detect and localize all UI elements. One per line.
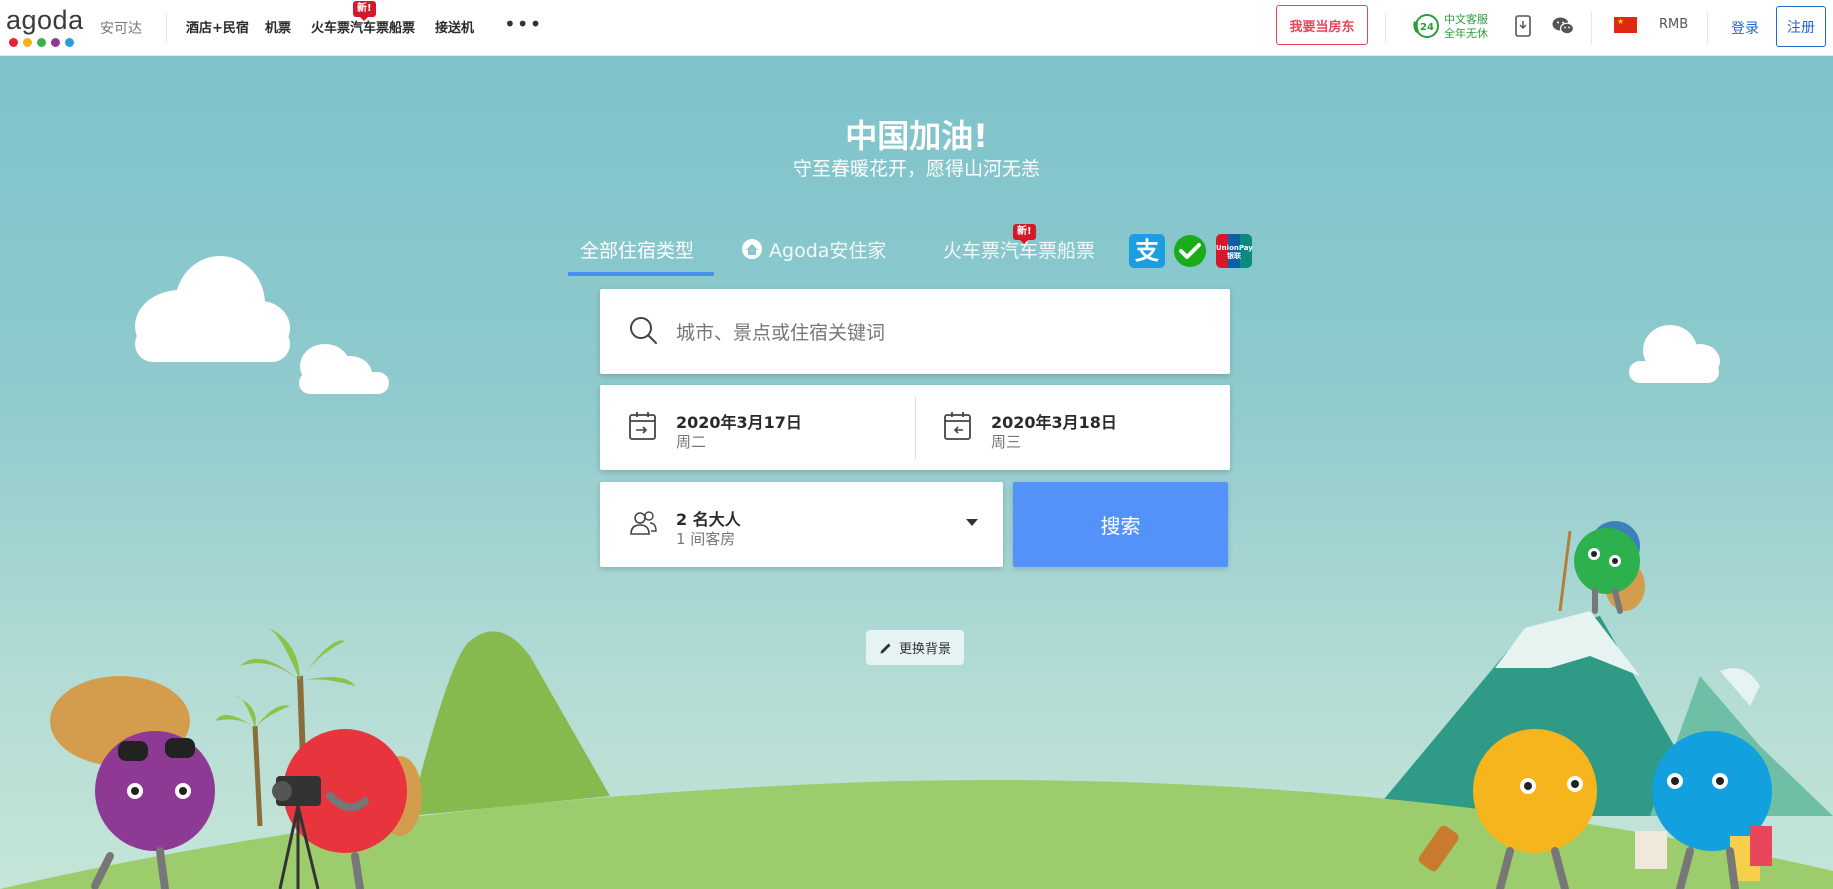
logo-dot-purple — [51, 38, 60, 47]
tab-train-bus-ferry[interactable]: 火车票汽车票船票 — [943, 236, 1095, 263]
nav-airport-transfer[interactable]: 接送机 — [435, 17, 474, 36]
calendar-checkin-icon — [629, 412, 656, 440]
china-flag-icon[interactable]: ★ — [1614, 17, 1637, 33]
checkout-date-field[interactable]: 2020年3月18日 周三 — [915, 385, 1230, 470]
logo-dots — [6, 38, 82, 47]
checkout-weekday: 周三 — [991, 433, 1022, 451]
search-placeholder: 城市、景点或住宿关键词 — [676, 322, 886, 344]
checkin-date-field[interactable]: 2020年3月17日 周二 — [600, 385, 915, 470]
cloud-small-left — [299, 344, 389, 394]
agoda-logo[interactable]: agoda — [6, 5, 84, 50]
become-host-button[interactable]: 我要当房东 — [1276, 5, 1368, 45]
divider — [1591, 12, 1592, 44]
nav-flights[interactable]: 机票 — [265, 17, 291, 36]
homes-icon — [742, 239, 762, 259]
support-line-2: 全年无休 — [1444, 27, 1488, 40]
top-navigation-bar: agoda 安可达 酒店+民宿 机票 火车票汽车票船票 新! 接送机 ••• 我… — [0, 0, 1833, 56]
unionpay-cn-label: 银联 — [1227, 252, 1241, 260]
hero-subline: 守至春暖花开，愿得山河无恙 — [792, 158, 1040, 180]
new-badge: 新! — [353, 1, 376, 21]
brand-chinese-name: 安可达 — [100, 21, 142, 37]
guests-icon — [630, 511, 657, 535]
search-button[interactable]: 搜索 — [1013, 482, 1228, 567]
alipay-icon: 支 — [1129, 234, 1165, 268]
tab-agoda-homes[interactable]: Agoda安住家 — [741, 236, 886, 263]
alipay-glyph: 支 — [1135, 237, 1159, 265]
tab-homes-label: Agoda安住家 — [769, 240, 887, 262]
adults-count: 2 名大人 — [676, 510, 741, 529]
divider — [166, 12, 167, 44]
unionpay-icon: UnionPay 银联 — [1216, 234, 1253, 268]
green-character-hiker — [1558, 521, 1645, 614]
chevron-down-icon — [966, 519, 978, 526]
customer-service-label: 中文客服 全年无休 — [1444, 13, 1488, 41]
svg-text:24: 24 — [1420, 22, 1434, 33]
mobile-app-icon[interactable] — [1515, 15, 1531, 37]
nav-hotels-homes[interactable]: 酒店+民宿 — [186, 17, 249, 36]
wechat-icon[interactable] — [1552, 16, 1574, 36]
search-icon — [630, 317, 657, 344]
support-line-1: 中文客服 — [1444, 13, 1488, 26]
logo-dot-blue — [65, 38, 74, 47]
new-badge: 新! — [1013, 224, 1036, 244]
wechat-pay-icon — [1172, 234, 1208, 268]
rooms-count: 1 间客房 — [676, 530, 736, 548]
mountain-left — [410, 631, 610, 816]
signup-button[interactable]: 注册 — [1776, 6, 1826, 47]
change-background-button[interactable]: 更换背景 — [866, 630, 964, 665]
logo-dot-green — [37, 38, 46, 47]
logo-wordmark: agoda — [6, 5, 84, 35]
logo-dot-yellow — [23, 38, 32, 47]
calendar-checkout-icon — [944, 412, 971, 440]
date-picker: 2020年3月17日 周二 2020年3月18日 周三 — [600, 385, 1230, 470]
hero-headline: 中国加油! — [845, 117, 988, 155]
customer-service-24h-icon: 24 — [1413, 14, 1439, 38]
change-background-label: 更换背景 — [898, 642, 951, 657]
checkin-weekday: 周二 — [676, 433, 707, 451]
tab-all-stays[interactable]: 全部住宿类型 — [580, 236, 694, 263]
logo-dot-red — [9, 38, 18, 47]
checkout-date: 2020年3月18日 — [991, 413, 1117, 432]
login-link[interactable]: 登录 — [1731, 18, 1759, 38]
cloud-right — [1629, 325, 1720, 383]
guests-rooms-selector[interactable]: 2 名大人 1 间客房 — [600, 482, 1003, 567]
divider — [1707, 12, 1708, 44]
currency-selector[interactable]: RMB — [1659, 17, 1688, 32]
divider — [1385, 12, 1386, 44]
checkin-date: 2020年3月17日 — [676, 413, 802, 432]
more-menu-icon[interactable]: ••• — [504, 14, 542, 34]
unionpay-en-label: UnionPay — [1216, 244, 1253, 252]
search-tabs: 全部住宿类型 Agoda安住家 火车票汽车票船票 新! — [0, 224, 1833, 276]
destination-search-input[interactable]: 城市、景点或住宿关键词 — [600, 289, 1230, 374]
pencil-icon — [880, 643, 891, 653]
hero-section: 中国加油! 守至春暖花开，愿得山河无恙 全部住宿类型 Agoda安住家 火车票汽… — [0, 56, 1833, 889]
active-tab-indicator — [568, 272, 714, 276]
